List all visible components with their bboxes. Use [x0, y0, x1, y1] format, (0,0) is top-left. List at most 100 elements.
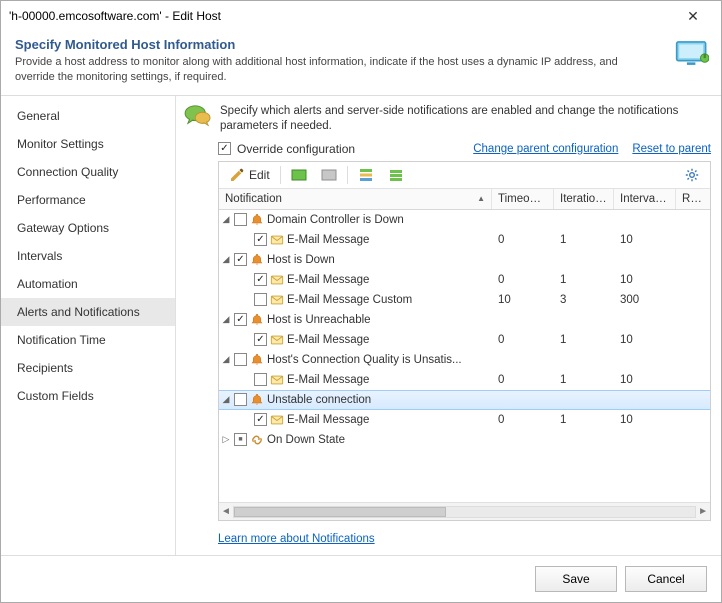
edit-button[interactable]: Edit	[223, 165, 276, 185]
cell-iter: 1	[554, 234, 614, 246]
col-iterations[interactable]: Iterations	[554, 189, 614, 209]
collapse-icon[interactable]: ◢	[221, 214, 231, 225]
cell-interval: 10	[614, 234, 676, 246]
row-checkbox[interactable]	[234, 313, 247, 326]
horizontal-scrollbar[interactable]: ◄ ►	[219, 502, 710, 520]
table-row[interactable]: E-Mail Message0110	[219, 270, 710, 290]
pencil-icon	[229, 167, 245, 183]
expand-icon[interactable]: ▷	[221, 434, 231, 445]
cancel-button[interactable]: Cancel	[625, 566, 707, 592]
bell-icon	[250, 213, 264, 227]
table-row[interactable]: E-Mail Message Custom103300	[219, 290, 710, 310]
sidebar-item-notification-time[interactable]: Notification Time	[1, 326, 175, 354]
table-row[interactable]: ◢ Domain Controller is Down	[219, 210, 710, 230]
cell-timeout: 0	[492, 274, 554, 286]
collapse-icon[interactable]: ◢	[221, 354, 231, 365]
window-title: 'h-00000.emcosoftware.com' - Edit Host	[9, 9, 221, 23]
scroll-right-icon[interactable]: ►	[698, 506, 708, 517]
row-checkbox[interactable]	[234, 353, 247, 366]
sidebar-item-custom-fields[interactable]: Custom Fields	[1, 382, 175, 410]
col-interval[interactable]: Interval ...	[614, 189, 676, 209]
row-checkbox[interactable]	[254, 273, 267, 286]
grid-header: Notification▲ Timeout... Iterations Inte…	[219, 189, 710, 210]
cell-interval: 300	[614, 294, 676, 306]
collapse-all-icon	[388, 167, 404, 183]
row-checkbox[interactable]	[254, 333, 267, 346]
expand-all-button[interactable]	[352, 165, 380, 185]
bell-icon	[250, 253, 264, 267]
col-rest[interactable]: Rest	[676, 189, 710, 209]
table-row[interactable]: ◢ Host is Unreachable	[219, 310, 710, 330]
row-checkbox[interactable]	[234, 253, 247, 266]
disable-button[interactable]	[315, 165, 343, 185]
col-timeout[interactable]: Timeout...	[492, 189, 554, 209]
table-row[interactable]: ◢ Host is Down	[219, 250, 710, 270]
sidebar-item-performance[interactable]: Performance	[1, 186, 175, 214]
mail-icon	[270, 373, 284, 387]
collapse-icon[interactable]: ◢	[221, 314, 231, 325]
row-label: E-Mail Message	[287, 374, 369, 386]
row-label: Host is Unreachable	[267, 314, 371, 326]
settings-button[interactable]	[678, 165, 706, 185]
collapse-icon[interactable]: ◢	[221, 394, 231, 405]
row-checkbox[interactable]	[234, 433, 247, 446]
cell-notification: E-Mail Message Custom	[219, 293, 492, 307]
collapse-all-button[interactable]	[382, 165, 410, 185]
close-icon[interactable]: ✕	[673, 8, 713, 25]
intro-text: Specify which alerts and server-side not…	[220, 104, 711, 135]
cell-notification: ◢ Domain Controller is Down	[219, 213, 492, 227]
row-label: E-Mail Message	[287, 334, 369, 346]
sidebar-item-automation[interactable]: Automation	[1, 270, 175, 298]
scroll-track[interactable]	[233, 506, 696, 518]
table-row[interactable]: E-Mail Message0110	[219, 330, 710, 350]
row-label: Unstable connection	[267, 394, 371, 406]
table-row[interactable]: ◢Host's Connection Quality is Unsatis...	[219, 350, 710, 370]
table-row[interactable]: ▷On Down State	[219, 430, 710, 450]
mail-icon	[270, 333, 284, 347]
override-checkbox[interactable]	[218, 142, 231, 155]
enable-button[interactable]	[285, 165, 313, 185]
cell-interval: 10	[614, 414, 676, 426]
page-subtitle: Provide a host address to monitor along …	[15, 55, 707, 85]
scroll-left-icon[interactable]: ◄	[221, 506, 231, 517]
sidebar-item-connection-quality[interactable]: Connection Quality	[1, 158, 175, 186]
row-checkbox[interactable]	[234, 393, 247, 406]
expand-all-icon	[358, 167, 374, 183]
row-label: Domain Controller is Down	[267, 214, 404, 226]
sidebar-item-gateway-options[interactable]: Gateway Options	[1, 214, 175, 242]
cell-notification: ◢ Host is Down	[219, 253, 492, 267]
sidebar-item-general[interactable]: General	[1, 102, 175, 130]
link-icon	[250, 433, 264, 447]
bell-icon	[250, 313, 264, 327]
row-checkbox[interactable]	[254, 233, 267, 246]
table-row[interactable]: E-Mail Message0110	[219, 370, 710, 390]
cell-timeout: 0	[492, 414, 554, 426]
row-checkbox[interactable]	[234, 213, 247, 226]
cell-notification: E-Mail Message	[219, 333, 492, 347]
sidebar-item-recipients[interactable]: Recipients	[1, 354, 175, 382]
mail-icon	[270, 233, 284, 247]
cell-interval: 10	[614, 334, 676, 346]
col-notification[interactable]: Notification▲	[219, 189, 492, 209]
notifications-panel: Edit Notification▲ Timeout... Iterations…	[218, 161, 711, 521]
learn-more-link[interactable]: Learn more about Notifications	[218, 533, 375, 545]
scroll-thumb[interactable]	[234, 507, 446, 517]
row-checkbox[interactable]	[254, 373, 267, 386]
sidebar-item-alerts-and-notifications[interactable]: Alerts and Notifications	[1, 298, 175, 326]
sidebar-item-intervals[interactable]: Intervals	[1, 242, 175, 270]
change-parent-link[interactable]: Change parent configuration	[473, 143, 618, 155]
row-checkbox[interactable]	[254, 293, 267, 306]
cell-interval: 10	[614, 274, 676, 286]
reset-to-parent-link[interactable]: Reset to parent	[632, 143, 711, 155]
sidebar-item-monitor-settings[interactable]: Monitor Settings	[1, 130, 175, 158]
save-button[interactable]: Save	[535, 566, 617, 592]
table-row[interactable]: ◢ Unstable connection	[219, 390, 710, 410]
collapse-icon[interactable]: ◢	[221, 254, 231, 265]
row-label: Host is Down	[267, 254, 335, 266]
body: GeneralMonitor SettingsConnection Qualit…	[1, 96, 721, 555]
table-row[interactable]: E-Mail Message0110	[219, 410, 710, 430]
row-checkbox[interactable]	[254, 413, 267, 426]
footer: Save Cancel	[1, 555, 721, 602]
table-row[interactable]: E-Mail Message0110	[219, 230, 710, 250]
cell-timeout: 0	[492, 374, 554, 386]
